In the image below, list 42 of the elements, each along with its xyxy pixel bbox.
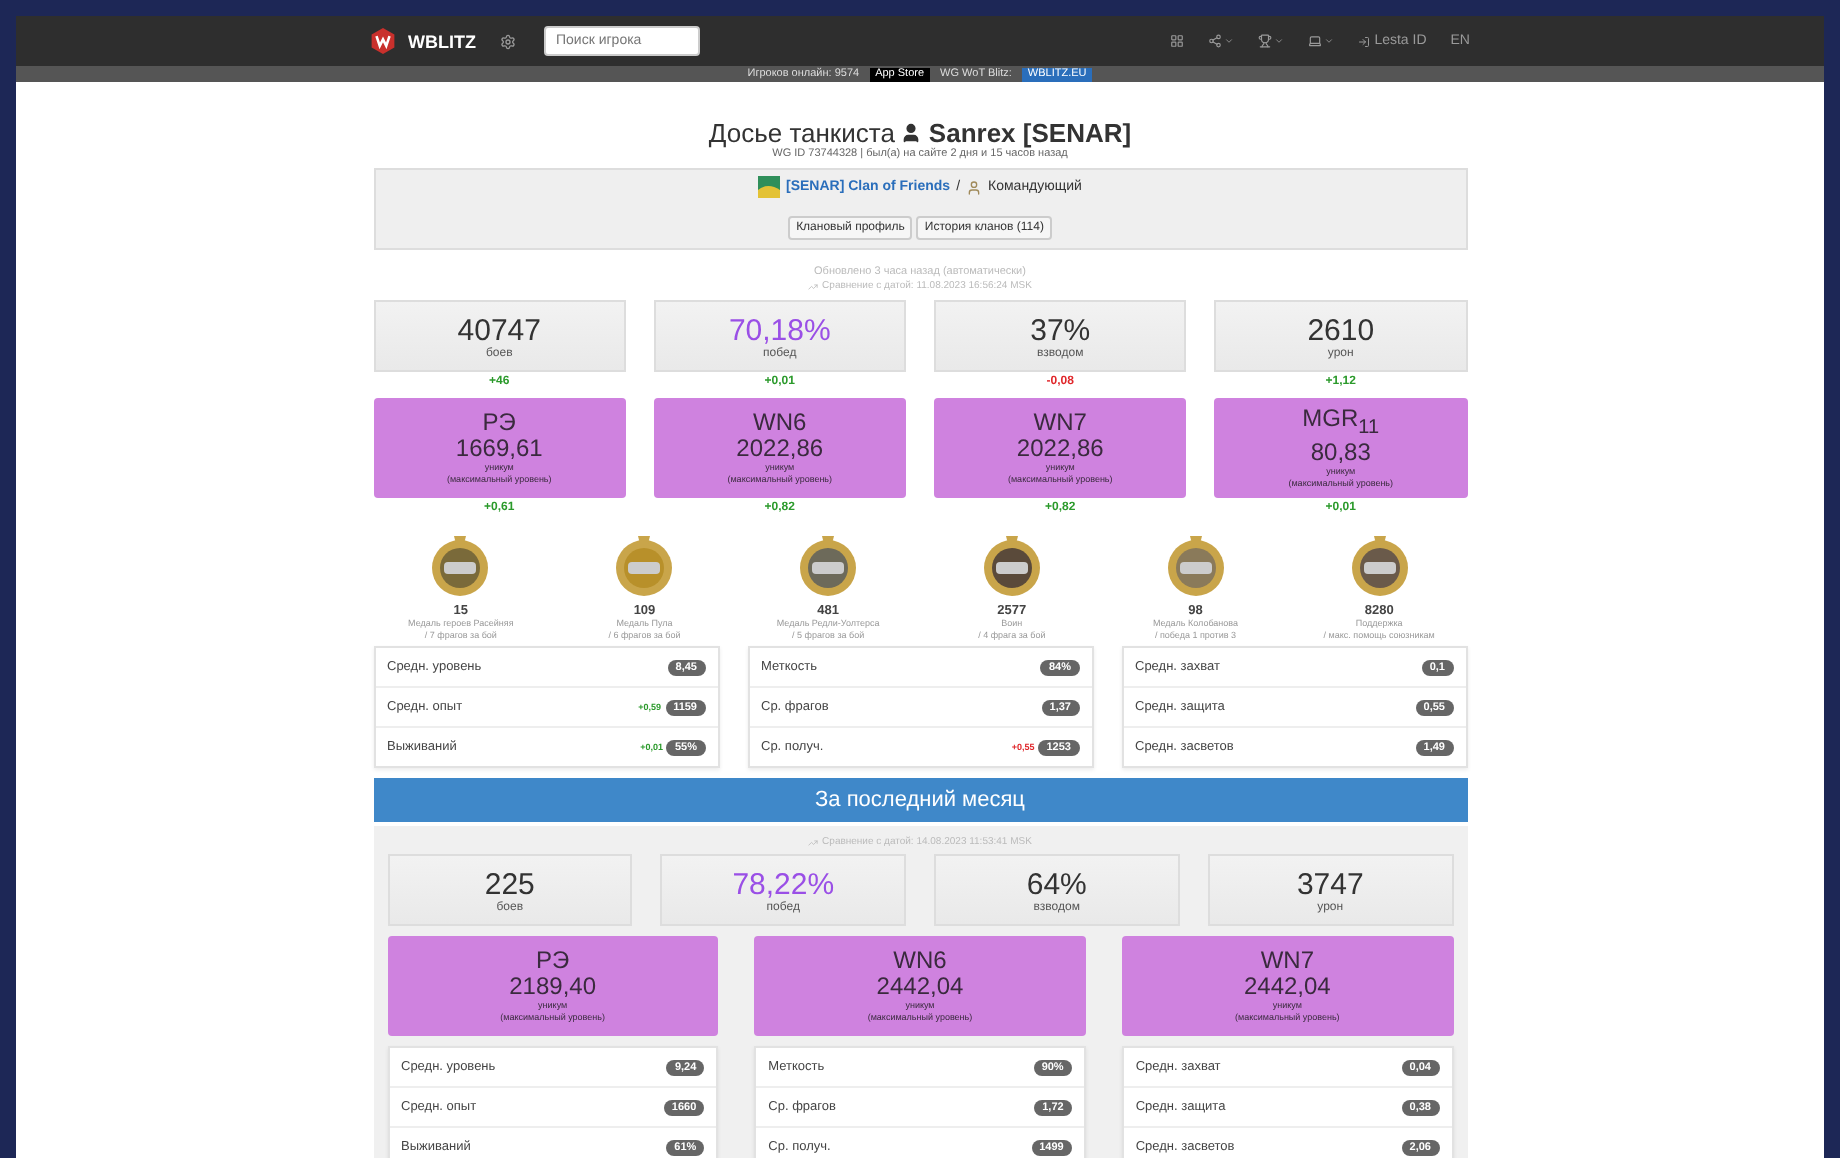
stat-value: 2610: [1307, 313, 1375, 347]
stat-value: 78,22%: [732, 867, 835, 901]
trophy-menu-icon[interactable]: [1258, 34, 1285, 48]
settings-icon[interactable]: [500, 33, 516, 49]
medal-icon: [430, 532, 491, 600]
rating-value: 2022,86: [1016, 436, 1104, 462]
user-icon: [900, 122, 923, 144]
laptop-menu-icon[interactable]: [1308, 34, 1335, 48]
login-icon: [1358, 35, 1371, 47]
rating-value: 1669,61: [455, 436, 543, 462]
medal-icon: [1165, 532, 1226, 600]
brand-name[interactable]: WBLITZ: [408, 31, 476, 51]
rating-name: РЭ: [482, 410, 516, 436]
stat-value: 40747: [457, 313, 541, 347]
share-menu-icon[interactable]: [1208, 34, 1235, 48]
clan-emblem-icon: [758, 176, 780, 198]
section-header: За последний месяц: [373, 778, 1467, 822]
rating-value: 2442,04: [1243, 974, 1331, 1000]
logo-icon[interactable]: [370, 28, 396, 54]
rating-name: WN7: [1260, 948, 1314, 974]
player-name: Sanrex [SENAR]: [928, 118, 1132, 148]
rating-name: MGR$_{11}$: [1302, 405, 1380, 441]
medal-icon: [614, 532, 675, 600]
medal-icon: [1349, 532, 1410, 600]
rating-value: 80,83: [1310, 440, 1371, 467]
stat-value: 37%: [1030, 313, 1091, 347]
stat-value: 64%: [1026, 867, 1087, 901]
rating-value: 2442,04: [876, 974, 964, 1000]
rating-name: WN6: [753, 410, 807, 436]
stat-value: 70,18%: [728, 313, 831, 347]
role-icon: [966, 179, 983, 195]
rating-name: WN6: [893, 948, 947, 974]
medal-icon: [798, 532, 859, 600]
stat-value: 3747: [1296, 867, 1364, 901]
rating-value: 2189,40: [509, 974, 597, 1000]
rating-name: РЭ: [536, 948, 570, 974]
medal-icon: [981, 532, 1042, 600]
rating-value: 2022,86: [736, 436, 824, 462]
page-title: Досье танкиста: [708, 118, 895, 148]
rating-name: WN7: [1033, 410, 1087, 436]
grid-icon[interactable]: [1170, 34, 1185, 48]
stat-value: 225: [484, 867, 535, 901]
